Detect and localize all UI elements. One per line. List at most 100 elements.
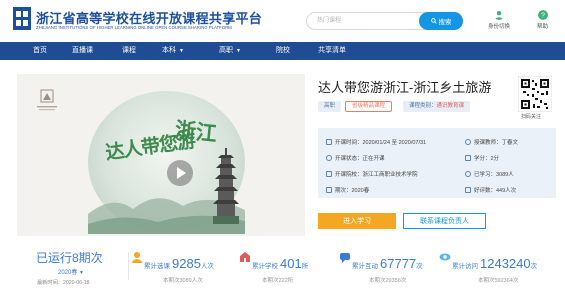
students-icon xyxy=(465,171,471,177)
stat-visits: 累计访问 1243240次 xyxy=(452,256,537,271)
course-type-link[interactable]: 通识教育课 xyxy=(437,103,465,109)
switch-identity-button[interactable]: 身份切换 xyxy=(488,10,510,30)
user-switch-icon xyxy=(495,11,503,20)
stat-label: 累计访问 xyxy=(452,263,478,270)
stat-number: 1243240 xyxy=(480,256,531,271)
stat-number: 9285 xyxy=(172,256,201,271)
nav-label: 课程 xyxy=(122,47,136,54)
course-credit: 学分：2分 xyxy=(465,154,499,162)
stat-visits-current: 本期次592364次 xyxy=(478,278,519,284)
course-status: 开课状态：正在开课 xyxy=(326,154,385,162)
stat-unit: 人次 xyxy=(200,263,214,270)
stat-unit: 次 xyxy=(416,263,423,270)
reviews-text: 好评数：449人次 xyxy=(474,188,517,194)
nav-item-schools[interactable]: 院校 xyxy=(276,42,290,60)
term-selector[interactable]: 2020春 ▼ xyxy=(58,267,84,276)
chevron-down-icon: ▼ xyxy=(179,48,184,54)
stat-enrollments-current: 本期次3089人次 xyxy=(163,278,203,284)
qr-label: 扫码关注 xyxy=(521,114,542,120)
school-text: 开课院校：浙江工商职业技术学院 xyxy=(335,172,418,178)
course-info-panel: 开课时间：2020/01/24 至 2020/07/31 开课状态：正在开课 开… xyxy=(318,128,556,198)
open-time-text: 开课时间：2020/01/24 至 2020/07/31 xyxy=(335,140,427,146)
nav-label: 直播课 xyxy=(72,47,93,54)
main-nav: 首页 直播课 课程 本科 ▼ 高职 ▼ 院校 共享清单 xyxy=(0,42,565,60)
status-text: 开课状态：正在开课 xyxy=(335,156,385,162)
divider xyxy=(128,252,129,280)
students-text: 已学习：3089人 xyxy=(474,172,514,178)
interaction-icon xyxy=(340,253,350,263)
stat-schools-current: 本期次222所 xyxy=(262,278,294,284)
stat-label: 累计互动 xyxy=(352,263,378,270)
teacher-text: 授课教师：丁春文 xyxy=(474,140,519,146)
contact-owner-button[interactable]: 联系课程负责人 xyxy=(403,213,486,229)
stat-unit: 次 xyxy=(530,263,538,270)
qr-code-icon xyxy=(518,76,552,112)
site-header: 浙江省高等学校在线开放课程共享平台 ZHEJIANG INSTITUTIONS … xyxy=(0,0,565,42)
visits-icon xyxy=(439,253,451,261)
course-reviews: 好评数：449人次 xyxy=(465,186,516,194)
stat-number: 67777 xyxy=(380,256,417,271)
stat-enrollments: 累计选课 9285人次 xyxy=(144,256,214,271)
quality-tag: 省级精品课程 xyxy=(345,101,393,112)
enrollment-icon xyxy=(132,252,142,263)
search-input[interactable] xyxy=(307,13,419,29)
run-times: 已运行8期次 xyxy=(36,251,103,265)
course-students: 已学习：3089人 xyxy=(465,170,514,178)
update-time: 最新时间：2020-06-18 xyxy=(37,280,90,286)
course-stats: 已运行8期次 2020春 ▼ 最新时间：2020-06-18 累计选课 9285人… xyxy=(0,240,565,290)
school-badge-icon xyxy=(37,89,57,111)
nav-label: 首页 xyxy=(33,47,47,54)
platform-logo-icon[interactable] xyxy=(13,7,31,30)
chevron-down-icon: ▼ xyxy=(79,270,84,276)
course-teacher: 授课教师：丁春文 xyxy=(465,138,518,146)
switch-identity-label: 身份切换 xyxy=(488,24,511,30)
stat-number: 401 xyxy=(280,256,302,271)
nav-item-vocational[interactable]: 高职 ▼ xyxy=(219,42,241,60)
stat-unit: 所 xyxy=(301,263,309,270)
nav-label: 高职 xyxy=(219,47,233,54)
nav-label: 院校 xyxy=(276,47,290,54)
stat-label: 累计学校 xyxy=(252,263,278,270)
nav-item-undergrad[interactable]: 本科 ▼ xyxy=(162,42,184,60)
stat-schools: 累计学校 401所 xyxy=(252,256,308,271)
course-type-tag: 课程类别：通识教育课 xyxy=(403,101,471,112)
credit-text: 学分：2分 xyxy=(474,156,500,162)
search-box: 搜索 xyxy=(306,12,463,30)
nav-item-live[interactable]: 直播课 xyxy=(72,42,93,60)
join-study-button[interactable]: 进入学习 xyxy=(318,213,396,229)
cover-calligraphy-2: 浙江 xyxy=(173,116,219,147)
help-button[interactable]: ? 帮助 xyxy=(537,10,548,30)
course-school: 开课院校：浙江工商职业技术学院 xyxy=(326,170,418,178)
pagoda-icon xyxy=(213,148,239,224)
search-icon xyxy=(430,18,437,24)
site-subtitle: ZHEJIANG INSTITUTIONS OF HIGHER LEARNING… xyxy=(36,25,232,30)
stat-interactions-current: 本期次29356次 xyxy=(369,278,407,284)
calendar-icon xyxy=(326,139,332,145)
school-stat-icon xyxy=(240,252,250,262)
stat-label: 累计选课 xyxy=(144,263,170,270)
chevron-down-icon: ▼ xyxy=(236,48,241,54)
svg-text:?: ? xyxy=(541,13,545,20)
help-label: 帮助 xyxy=(537,24,549,30)
stat-interactions: 累计互动 67777次 xyxy=(352,256,423,271)
school-icon xyxy=(326,171,332,177)
course-type-label: 课程类别： xyxy=(409,103,437,109)
open-time: 开课时间：2020/01/24 至 2020/07/31 xyxy=(326,138,426,146)
course-video-cover[interactable]: 达人带您游 浙江 xyxy=(17,74,305,236)
thumbs-up-icon xyxy=(465,187,471,193)
course-title: 达人带您游浙江-浙江乡土旅游 xyxy=(318,80,492,95)
credit-icon xyxy=(465,155,471,161)
nav-item-courses[interactable]: 课程 xyxy=(122,42,136,60)
search-button-label: 搜索 xyxy=(438,19,452,26)
nav-item-shared-list[interactable]: 共享清单 xyxy=(318,42,346,60)
nav-label: 共享清单 xyxy=(318,47,346,54)
help-icon: ? xyxy=(537,10,548,20)
status-icon xyxy=(326,155,332,161)
nav-item-home[interactable]: 首页 xyxy=(33,42,47,60)
teacher-icon xyxy=(465,139,471,145)
play-icon[interactable] xyxy=(167,160,193,186)
search-button[interactable]: 搜索 xyxy=(419,12,463,30)
term-icon xyxy=(326,187,332,193)
level-tag: 高职 xyxy=(318,101,342,112)
nav-label: 本科 xyxy=(162,47,176,54)
